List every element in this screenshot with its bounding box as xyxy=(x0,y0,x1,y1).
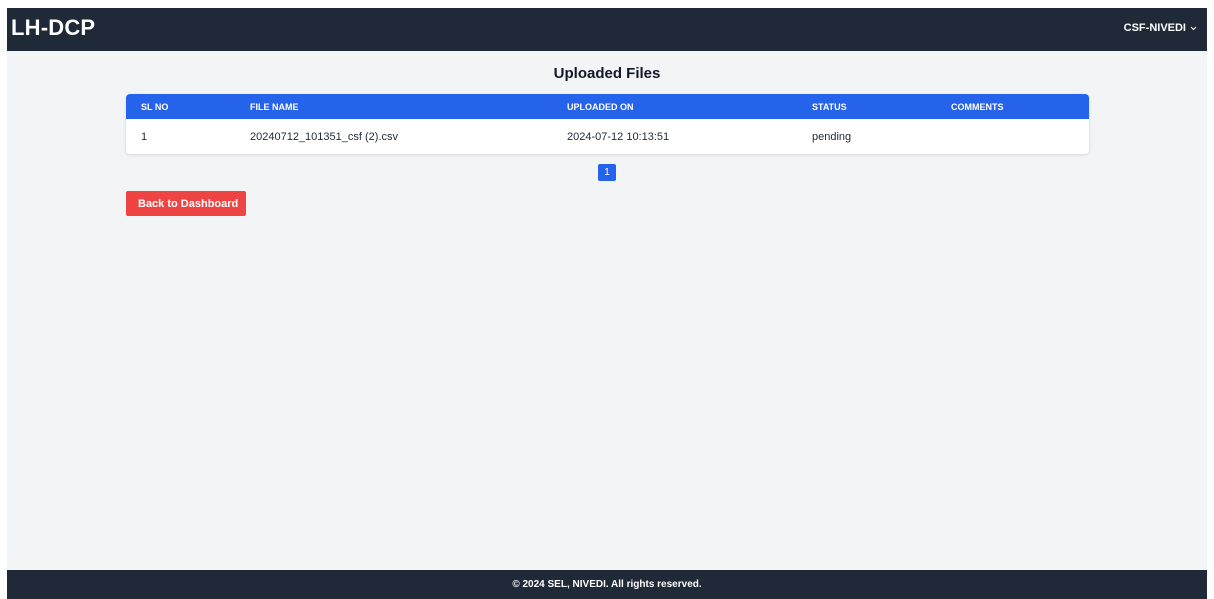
column-header-file-name: FILE NAME xyxy=(250,101,299,112)
app-frame: LH-DCP CSF-NIVEDI Uploaded Files SL NO F… xyxy=(7,8,1207,599)
column-header-status: STATUS xyxy=(812,101,847,112)
column-header-sl-no: SL NO xyxy=(141,101,169,112)
table-header-row: SL NO FILE NAME UPLOADED ON STATUS COMME… xyxy=(126,94,1089,119)
brand-logo[interactable]: LH-DCP xyxy=(11,15,95,41)
page-title: Uploaded Files xyxy=(553,65,661,82)
back-to-dashboard-button[interactable]: Back to Dashboard xyxy=(126,191,246,216)
chevron-down-icon xyxy=(1190,26,1197,31)
table-row: 1 20240712_101351_csf (2).csv 2024-07-12… xyxy=(126,119,1089,154)
user-menu[interactable]: CSF-NIVEDI xyxy=(1124,22,1197,34)
column-header-comments: COMMENTS xyxy=(951,101,1004,112)
top-navbar: LH-DCP CSF-NIVEDI xyxy=(7,8,1207,51)
cell-uploaded-on: 2024-07-12 10:13:51 xyxy=(567,130,670,143)
footer-copyright: © 2024 SEL, NIVEDI. All rights reserved. xyxy=(512,579,702,590)
column-header-uploaded-on: UPLOADED ON xyxy=(567,101,634,112)
cell-comments xyxy=(951,119,1089,154)
cell-status: pending xyxy=(812,130,852,143)
pagination-page-button[interactable]: 1 xyxy=(598,164,616,181)
uploaded-files-table: SL NO FILE NAME UPLOADED ON STATUS COMME… xyxy=(126,94,1089,154)
footer: © 2024 SEL, NIVEDI. All rights reserved. xyxy=(7,570,1207,599)
cell-file-name: 20240712_101351_csf (2).csv xyxy=(250,130,398,143)
cell-sl-no: 1 xyxy=(141,130,148,143)
user-menu-label: CSF-NIVEDI xyxy=(1123,22,1186,34)
